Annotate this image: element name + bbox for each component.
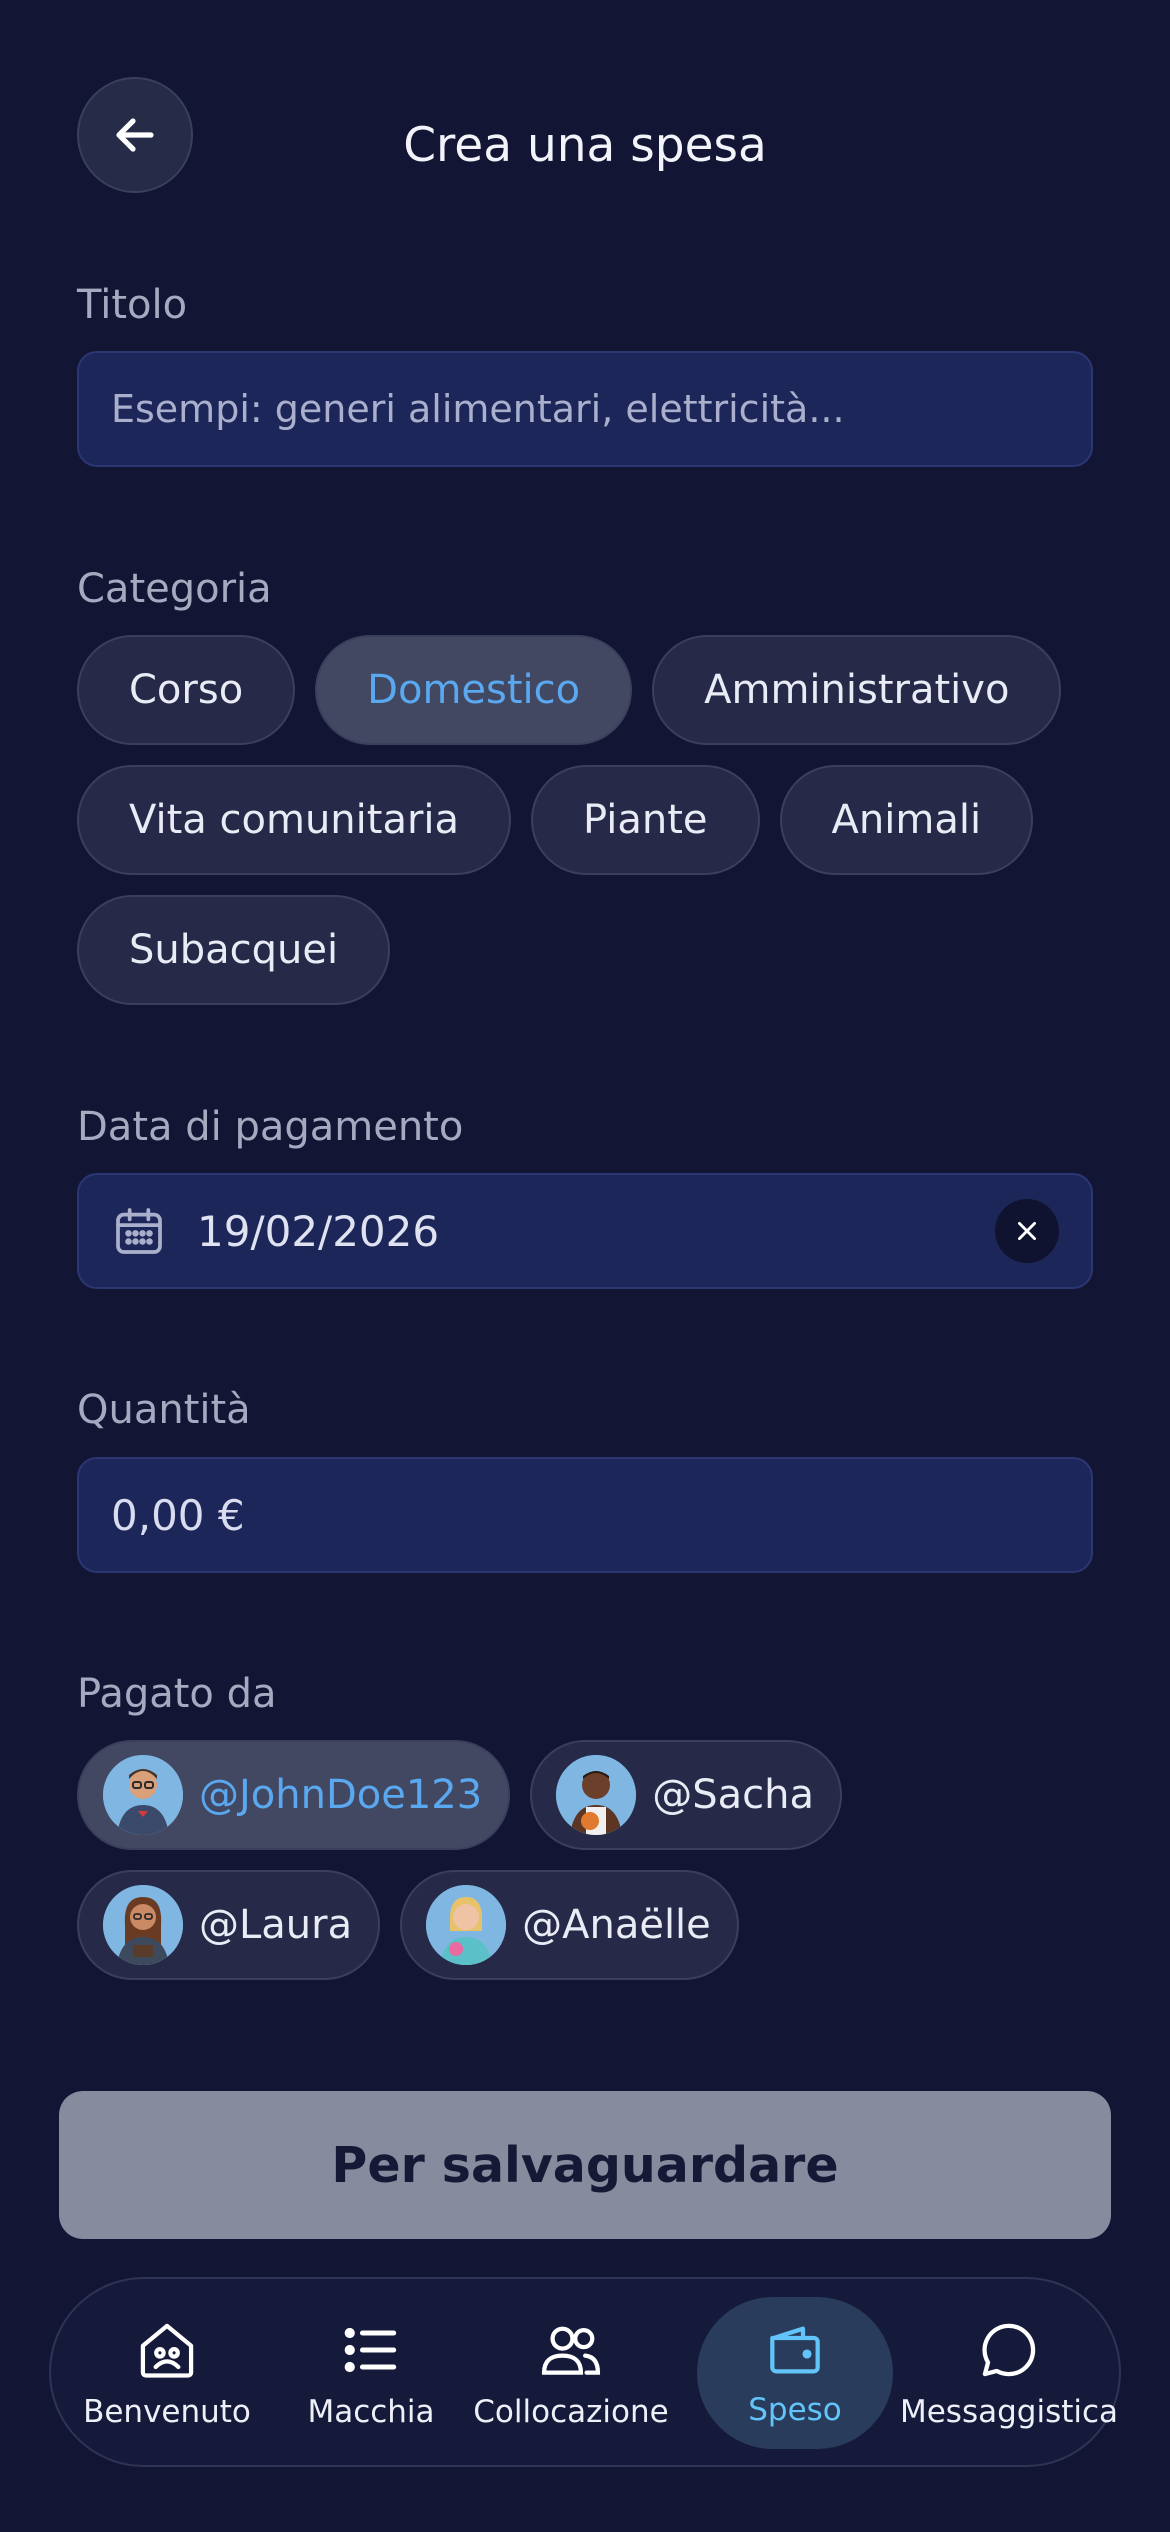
title-placeholder: Esempi: generi alimentari, elettricità..… [111,387,845,431]
page-title: Crea una spesa [403,118,767,173]
calendar-icon [116,1208,162,1254]
user-chip-anaelle[interactable]: @Anaëlle [400,1870,739,1980]
tab-label: Benvenuto [83,2394,251,2430]
user-chip-label: @Anaëlle [522,1902,711,1948]
bottom-tab-bar: Benvenuto Macchia Collocazione Speso Mes… [49,2277,1121,2467]
category-label: Categoria [77,566,272,612]
category-row-1: Corso Domestico Amministrativo [77,635,1062,745]
tab-speso[interactable]: Speso [697,2297,893,2449]
amount-input[interactable]: 0,00 € [77,1457,1093,1573]
paid-by-row-1: @JohnDoe123 @Sacha [77,1740,842,1850]
amount-value: 0,00 € [111,1490,245,1540]
tab-macchia[interactable]: Macchia [283,2297,459,2449]
paid-by-row-2: @Laura @Anaëlle [77,1870,739,1980]
avatar [103,1755,183,1835]
payment-date-label: Data di pagamento [77,1104,464,1150]
clear-date-button[interactable] [995,1199,1059,1263]
category-chip-subacquei[interactable]: Subacquei [77,895,391,1005]
user-chip-label: @Laura [199,1902,353,1948]
user-chip-laura[interactable]: @Laura [77,1870,381,1980]
tab-collocazione[interactable]: Collocazione [471,2297,671,2449]
category-chip-domestico[interactable]: Domestico [315,635,633,745]
title-label: Titolo [77,282,188,328]
category-row-2: Vita comunitaria Piante Animali [77,765,1034,875]
tab-label: Speso [748,2392,842,2428]
category-chip-corso[interactable]: Corso [77,635,296,745]
chat-bubble-icon [982,2323,1036,2377]
tab-benvenuto[interactable]: Benvenuto [69,2297,265,2449]
user-chip-sacha[interactable]: @Sacha [530,1740,842,1850]
close-icon [1018,1222,1036,1240]
avatar [103,1885,183,1965]
amount-label: Quantità [77,1387,251,1433]
avatar [556,1755,637,1835]
category-chip-piante[interactable]: Piante [531,765,760,875]
title-input[interactable]: Esempi: generi alimentari, elettricità..… [77,351,1093,467]
list-icon [344,2327,397,2373]
user-chip-label: @JohnDoe123 [199,1772,483,1818]
paid-by-label: Pagato da [77,1671,277,1717]
save-button[interactable]: Per salvaguardare [59,2091,1111,2239]
category-chip-amministrativo[interactable]: Amministrativo [652,635,1062,745]
users-icon [541,2326,601,2375]
category-chip-vita-comunitaria[interactable]: Vita comunitaria [77,765,512,875]
tab-messaggistica[interactable]: Messaggistica [900,2297,1118,2449]
category-chip-animali[interactable]: Animali [779,765,1034,875]
tab-label: Messaggistica [899,2394,1119,2430]
home-icon [140,2323,194,2378]
tab-label: Collocazione [473,2394,669,2430]
payment-date-value: 19/02/2026 [197,1206,440,1256]
user-chip-label: @Sacha [652,1772,814,1818]
payment-date-field[interactable]: 19/02/2026 [77,1173,1093,1289]
category-row-3: Subacquei [77,895,391,1005]
avatar [426,1885,507,1965]
wallet-icon [770,2326,820,2374]
user-chip-johndoe123[interactable]: @JohnDoe123 [77,1740,511,1850]
tab-label: Macchia [307,2394,435,2430]
